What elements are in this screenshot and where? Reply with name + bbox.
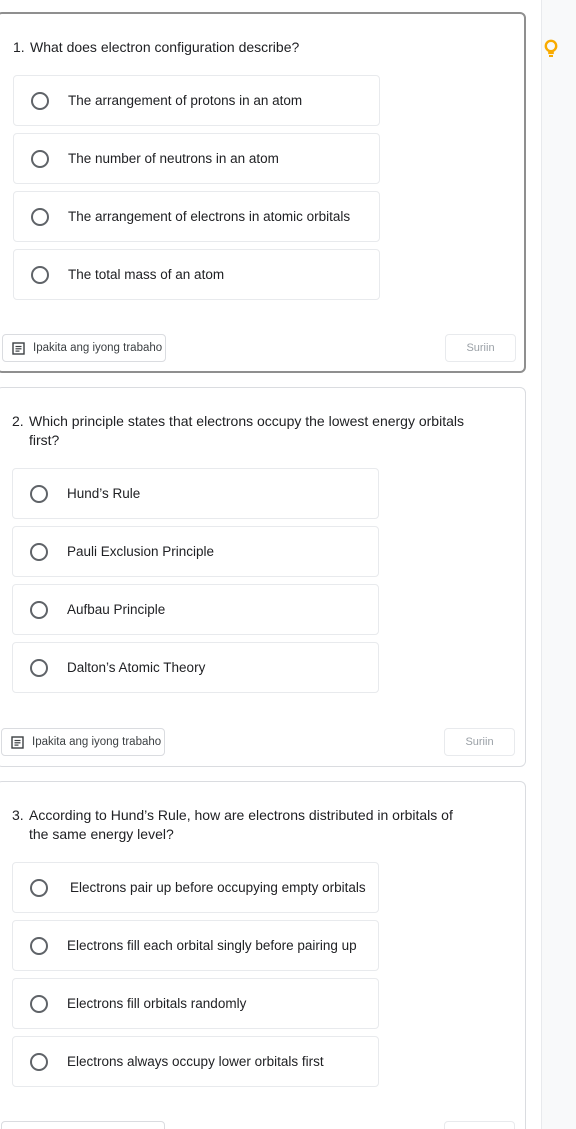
answer-option[interactable]: Electrons always occupy lower orbitals f… <box>12 1036 379 1087</box>
question-card-3: 3. According to Hund’s Rule, how are ele… <box>0 781 526 1129</box>
radio-button[interactable] <box>31 92 49 110</box>
answer-option[interactable]: The total mass of an atom <box>13 249 380 300</box>
check-button[interactable]: Suriin <box>444 728 515 756</box>
option-label: The number of neutrons in an atom <box>68 151 279 166</box>
radio-button[interactable] <box>31 266 49 284</box>
radio-button[interactable] <box>30 995 48 1013</box>
answer-option[interactable]: The arrangement of electrons in atomic o… <box>13 191 380 242</box>
question-number: 2. <box>12 413 24 429</box>
answer-option[interactable]: Electrons pair up before occupying empty… <box>12 862 379 913</box>
show-work-button[interactable]: Ipakita ang iyong trabaho <box>2 334 166 362</box>
check-button[interactable] <box>444 1121 515 1129</box>
show-work-label: Ipakita ang iyong trabaho <box>33 342 163 354</box>
radio-button[interactable] <box>31 208 49 226</box>
radio-button[interactable] <box>30 879 48 897</box>
answer-option[interactable]: Electrons fill orbitals randomly <box>12 978 379 1029</box>
question-card-1: 1. What does electron configuration desc… <box>0 12 526 373</box>
radio-button[interactable] <box>30 1053 48 1071</box>
option-label: Electrons always occupy lower orbitals f… <box>67 1054 324 1069</box>
question-number: 3. <box>12 807 24 823</box>
check-label: Suriin <box>465 736 494 748</box>
show-work-button[interactable] <box>1 1121 165 1129</box>
option-label: Electrons fill each orbital singly befor… <box>67 938 357 953</box>
question-text: 3. According to Hund’s Rule, how are ele… <box>12 806 467 844</box>
radio-button[interactable] <box>30 937 48 955</box>
lightbulb-icon[interactable] <box>542 38 560 60</box>
active-indicator <box>0 44 2 189</box>
question-text: 2. Which principle states that electrons… <box>12 412 467 450</box>
question-number: 1. <box>13 39 25 55</box>
option-label: The arrangement of electrons in atomic o… <box>68 209 351 224</box>
radio-button[interactable] <box>30 601 48 619</box>
answer-option[interactable]: Hund’s Rule <box>12 468 379 519</box>
question-prompt: What does electron configuration describ… <box>30 39 300 55</box>
answer-option[interactable]: Dalton’s Atomic Theory <box>12 642 379 693</box>
option-label: Electrons fill orbitals randomly <box>67 996 247 1011</box>
question-prompt: According to Hund’s Rule, how are electr… <box>29 807 453 842</box>
question-text: 1. What does electron configuration desc… <box>13 38 468 57</box>
check-button[interactable]: Suriin <box>445 334 516 362</box>
notes-icon <box>11 735 24 749</box>
answer-option[interactable]: The arrangement of protons in an atom <box>13 75 380 126</box>
question-prompt: Which principle states that electrons oc… <box>29 413 464 448</box>
option-label: The total mass of an atom <box>68 267 225 282</box>
radio-button[interactable] <box>30 659 48 677</box>
radio-button[interactable] <box>31 150 49 168</box>
show-work-button[interactable]: Ipakita ang iyong trabaho <box>1 728 165 756</box>
answer-option[interactable]: The number of neutrons in an atom <box>13 133 380 184</box>
question-card-2: 2. Which principle states that electrons… <box>0 387 526 767</box>
option-label: Electrons pair up before occupying empty… <box>70 880 366 895</box>
option-label: Hund’s Rule <box>67 486 141 501</box>
answer-option[interactable]: Electrons fill each orbital singly befor… <box>12 920 379 971</box>
radio-button[interactable] <box>30 485 48 503</box>
show-work-label: Ipakita ang iyong trabaho <box>32 736 162 748</box>
option-label: Aufbau Principle <box>67 602 166 617</box>
notes-icon <box>12 341 25 355</box>
option-label: Pauli Exclusion Principle <box>67 544 215 559</box>
answer-option[interactable]: Pauli Exclusion Principle <box>12 526 379 577</box>
check-label: Suriin <box>466 342 495 354</box>
right-rail <box>541 0 576 1129</box>
answer-option[interactable]: Aufbau Principle <box>12 584 379 635</box>
option-label: Dalton’s Atomic Theory <box>67 660 206 675</box>
radio-button[interactable] <box>30 543 48 561</box>
quiz-page: 1. What does electron configuration desc… <box>0 0 576 1129</box>
option-label: The arrangement of protons in an atom <box>68 93 303 108</box>
